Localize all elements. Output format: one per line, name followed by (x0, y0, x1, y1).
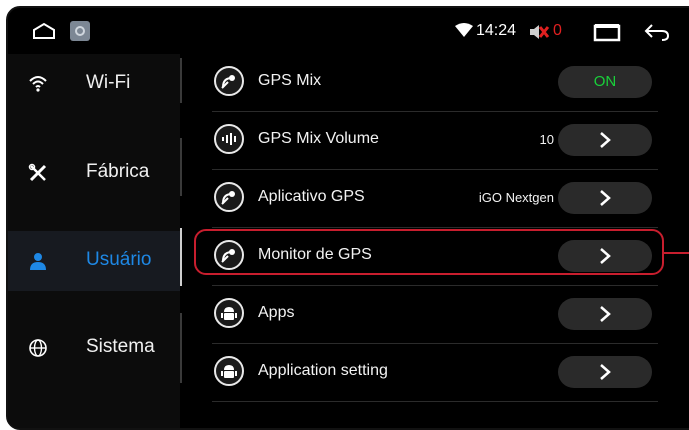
setting-row-gps-mix-volume[interactable]: GPS Mix Volume 10 (192, 112, 672, 170)
divider (180, 138, 182, 196)
sidebar-item-sistema[interactable]: Sistema (8, 318, 180, 378)
tools-icon (28, 163, 48, 183)
app-thumbnail-icon[interactable] (70, 21, 90, 41)
divider-active (180, 228, 182, 286)
setting-value: iGO Nextgen (478, 190, 554, 205)
clock: 14:24 (476, 22, 517, 39)
setting-value: 10 (539, 132, 554, 147)
setting-row-application-setting[interactable]: Application setting (192, 344, 672, 402)
chevron-right-icon (600, 190, 611, 206)
recent-apps-icon[interactable] (593, 24, 621, 47)
user-icon (28, 251, 48, 271)
sidebar-item-label: Wi-Fi (86, 72, 131, 93)
setting-row-apps[interactable]: Apps (192, 286, 672, 344)
chevron-right-icon (600, 364, 611, 380)
setting-row-gps-mix[interactable]: GPS Mix ON (192, 54, 672, 112)
setting-label: Aplicativo GPS (258, 188, 365, 205)
sidebar-item-wifi[interactable]: Wi-Fi (8, 54, 180, 114)
android-icon (214, 298, 244, 328)
open-button[interactable] (558, 182, 652, 214)
wifi-signal-icon (455, 23, 473, 42)
notification-count: 0 (553, 22, 562, 39)
divider (180, 313, 182, 383)
chevron-right-icon (600, 306, 611, 322)
home-icon[interactable] (32, 22, 56, 45)
sidebar-item-label: Sistema (86, 336, 155, 357)
gps-mix-toggle[interactable]: ON (558, 66, 652, 98)
chevron-right-icon (600, 132, 611, 148)
back-icon[interactable] (644, 23, 670, 46)
toggle-state: ON (593, 73, 617, 90)
annotation-pointer-line (664, 252, 689, 254)
divider (180, 58, 182, 103)
open-button[interactable] (558, 124, 652, 156)
wifi-icon (28, 74, 48, 94)
annotation-highlight-box (194, 229, 664, 275)
volume-icon (214, 124, 244, 154)
setting-label: GPS Mix (258, 72, 322, 89)
volume-muted-icon[interactable] (528, 22, 550, 47)
settings-sidebar: Wi-Fi Fábrica Usuário Sistema (8, 54, 180, 428)
open-button[interactable] (558, 298, 652, 330)
sidebar-item-label: Usuário (86, 249, 152, 270)
setting-label: GPS Mix Volume (258, 130, 379, 147)
sidebar-item-fabrica[interactable]: Fábrica (8, 143, 180, 203)
sidebar-item-label: Fábrica (86, 161, 150, 182)
status-bar: 14:24 0 (8, 8, 689, 54)
sidebar-item-usuario[interactable]: Usuário (8, 231, 180, 291)
satellite-icon (214, 182, 244, 212)
setting-row-aplicativo-gps[interactable]: Aplicativo GPS iGO Nextgen (192, 170, 672, 228)
open-button[interactable] (558, 356, 652, 388)
setting-label: Apps (258, 304, 295, 321)
setting-label: Application setting (258, 362, 388, 379)
satellite-icon (214, 66, 244, 96)
globe-icon (28, 338, 48, 358)
head-unit-screen: 14:24 0 Wi-Fi Fábrica Usuário Sistema GP… (6, 6, 689, 430)
android-icon (214, 356, 244, 386)
